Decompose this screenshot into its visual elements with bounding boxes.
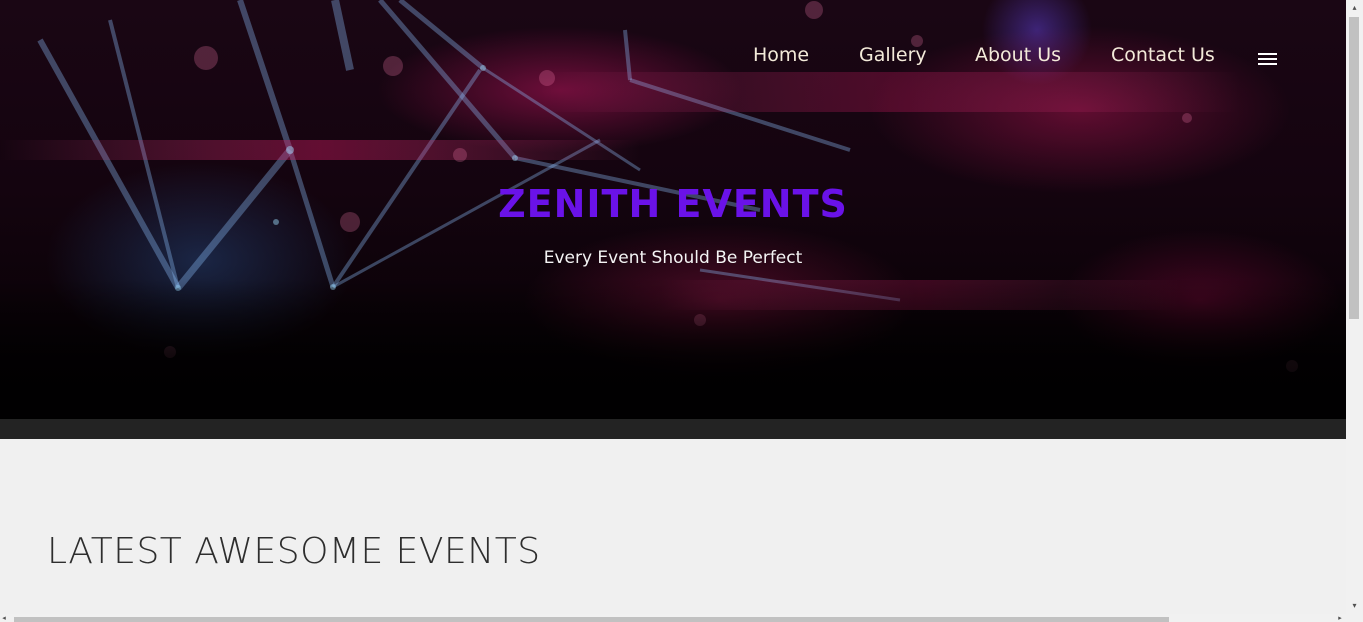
page-viewport: Home Gallery About Us Contact Us ZENITH … <box>0 0 1346 622</box>
triangle-left-icon[interactable]: ◂ <box>0 614 8 622</box>
hero-title: ZENITH EVENTS <box>498 182 848 226</box>
main-navigation: Home Gallery About Us Contact Us <box>0 42 1346 72</box>
latest-events-heading: LATEST AWESOME EVENTS <box>47 531 541 572</box>
triangle-up-icon[interactable]: ▴ <box>1350 3 1359 12</box>
triangle-down-icon[interactable]: ▾ <box>1350 601 1359 610</box>
vertical-scrollbar-thumb[interactable] <box>1349 17 1359 319</box>
triangle-right-icon[interactable]: ▸ <box>1336 614 1344 622</box>
horizontal-scrollbar[interactable]: ◂ ▸ <box>0 614 1346 622</box>
nav-link-home[interactable]: Home <box>753 42 809 68</box>
horizontal-scrollbar-thumb[interactable] <box>14 617 1169 622</box>
nav-link-about-us[interactable]: About Us <box>975 42 1061 68</box>
crowd-silhouette <box>0 279 1346 419</box>
hero-tagline: Every Event Should Be Perfect <box>543 248 803 268</box>
hamburger-menu-icon[interactable] <box>1258 53 1278 67</box>
nav-link-gallery[interactable]: Gallery <box>859 42 927 68</box>
section-divider <box>0 419 1346 439</box>
nav-link-contact-us[interactable]: Contact Us <box>1111 42 1215 68</box>
vertical-scrollbar[interactable]: ▴ ▾ <box>1346 0 1363 622</box>
hero-banner: Home Gallery About Us Contact Us ZENITH … <box>0 0 1346 419</box>
